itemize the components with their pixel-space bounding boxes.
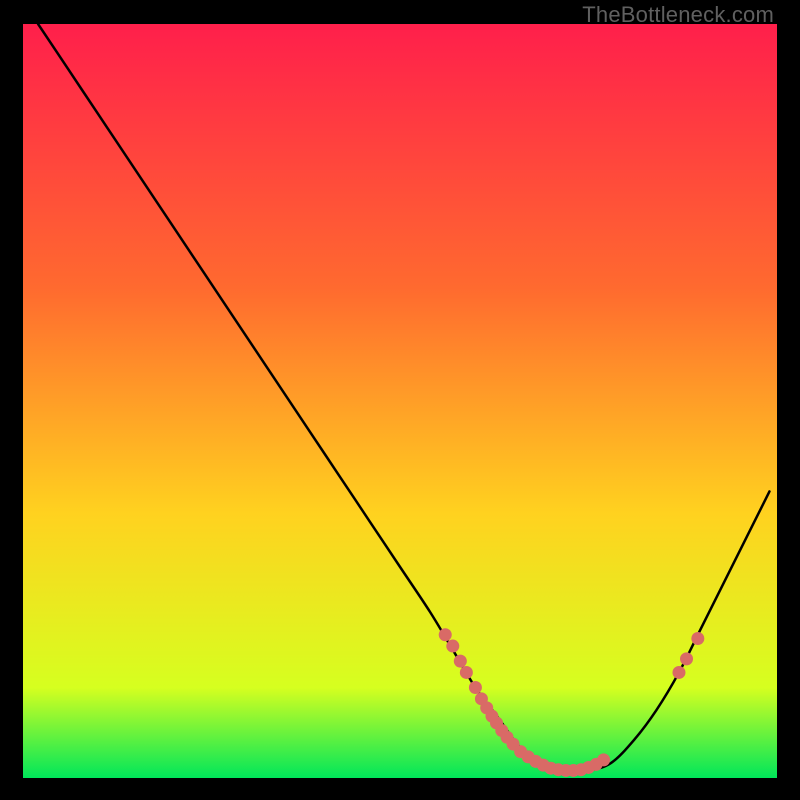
curve-marker xyxy=(439,628,452,641)
chart-svg xyxy=(23,24,777,778)
curve-marker xyxy=(469,681,482,694)
curve-marker xyxy=(672,666,685,679)
chart-frame xyxy=(23,24,777,778)
curve-marker xyxy=(460,666,473,679)
curve-marker xyxy=(680,652,693,665)
curve-marker xyxy=(454,655,467,668)
curve-marker xyxy=(446,640,459,653)
curve-marker xyxy=(597,753,610,766)
curve-marker xyxy=(691,632,704,645)
gradient-background xyxy=(23,24,777,778)
